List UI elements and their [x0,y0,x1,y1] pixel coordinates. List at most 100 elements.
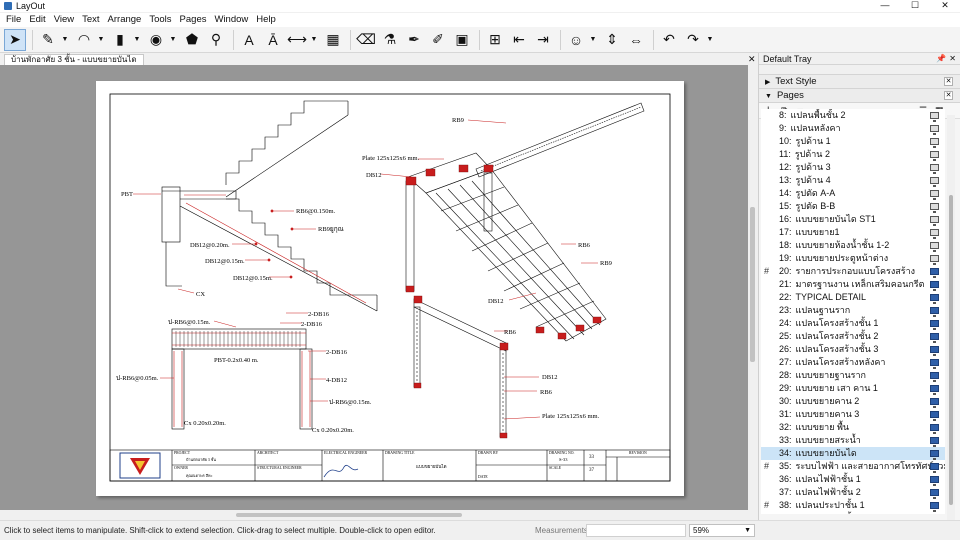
close-panel-icon[interactable]: ✕ [944,77,953,86]
presentation-monitor-icon[interactable] [930,463,939,473]
presentation-monitor-icon[interactable] [930,411,939,421]
page-list-item[interactable]: 23: แปลนฐานราก [761,304,945,317]
menu-tools[interactable]: Tools [145,13,175,27]
flip-horizontal-tool-button[interactable]: ⇔ [625,29,647,51]
chevron-down-icon[interactable]: ▼ [589,36,597,43]
close-tray-icon[interactable]: ✕ [949,53,956,65]
page-list-item[interactable]: 30: แบบขยายคาน 2 [761,395,945,408]
pencil-line-tool-button[interactable]: ✎ [37,29,59,51]
menu-text[interactable]: Text [78,13,103,27]
menu-edit[interactable]: Edit [25,13,49,27]
page-list-item[interactable]: 29: แบบขยาย เสา คาน 1 [761,382,945,395]
presentation-monitor-icon[interactable] [930,112,939,122]
zoom-select[interactable]: 59% ▼ [689,524,755,537]
page-list-item[interactable]: 37: แปลนไฟฟ้าชั้น 2 [761,486,945,499]
page-list-item[interactable]: #38: แปลนประปาชั้น 1 [761,499,945,512]
flip-vertical-tool-button[interactable]: ⇕ [601,29,623,51]
page-list-item[interactable]: 25: แปลนโครงสร้างชั้น 2 [761,330,945,343]
document-tab[interactable]: บ้านพักอาศัย 3 ชั้น - แบบขยายบันได [4,54,144,65]
page-list-item[interactable]: 21: มาตรฐานงาน เหล็กเสริมคอนกรีต [761,278,945,291]
page-list-item[interactable]: 27: แปลนโครงสร้างหลังคา [761,356,945,369]
presentation-monitor-icon[interactable] [930,125,939,135]
close-window-button[interactable]: ✕ [930,0,960,12]
presentation-monitor-icon[interactable] [930,229,939,239]
page-list-item[interactable]: 17: แบบขยาย1 [761,226,945,239]
canvas-vertical-scroll-thumb[interactable] [750,207,755,362]
rectangle-tool-button[interactable]: ▮ [109,29,131,51]
label-tool-button[interactable]: Ā [262,29,284,51]
presentation-monitor-icon[interactable] [930,138,939,148]
page-list-item[interactable]: 11: รูปด้าน 2 [761,148,945,161]
page-list-item[interactable]: 39: แปลนประปาชั้น 2 [761,512,945,514]
presentation-monitor-icon[interactable] [930,372,939,382]
presentation-monitor-icon[interactable] [930,398,939,408]
presentation-monitor-icon[interactable] [930,450,939,460]
presentation-monitor-icon[interactable] [930,489,939,499]
presentation-monitor-icon[interactable] [930,424,939,434]
circle-tool-button[interactable]: ◉ [145,29,167,51]
canvas-horizontal-scroll-thumb[interactable] [236,513,462,517]
panel-text-style[interactable]: ▶ Text Style ✕ [759,75,960,89]
presentation-monitor-icon[interactable] [930,294,939,304]
measurements-field[interactable] [586,524,686,537]
pages-scrollbar[interactable] [947,115,955,520]
presentation-monitor-icon[interactable] [930,476,939,486]
presentation-monitor-icon[interactable] [930,203,939,213]
presentation-monitor-icon[interactable] [930,385,939,395]
page-list-item[interactable]: 13: รูปด้าน 4 [761,174,945,187]
menu-pages[interactable]: Pages [176,13,211,27]
page-list-item[interactable]: 12: รูปด้าน 3 [761,161,945,174]
presentation-monitor-icon[interactable] [930,268,939,278]
arc-tool-button[interactable]: ◠ [73,29,95,51]
page-list-item[interactable]: #20: รายการประกอบแบบโครงสร้าง [761,265,945,278]
eraser-tool-button[interactable]: ⌫ [355,29,377,51]
canvas-vertical-scrollbar[interactable] [748,65,758,510]
add-page-tool-button[interactable]: ⊞ [484,29,506,51]
menu-arrange[interactable]: Arrange [104,13,146,27]
page-list-item[interactable]: 18: แบบขยายห้องน้ำชั้น 1-2 [761,239,945,252]
select-arrow-tool-button[interactable]: ➤ [4,28,26,51]
page-list-item[interactable]: 36: แปลนไฟฟ้าชั้น 1 [761,473,945,486]
page-list-item[interactable]: 15: รูปตัด B-B [761,200,945,213]
menu-file[interactable]: File [2,13,25,27]
close-panel-icon[interactable]: ✕ [944,91,953,100]
menu-window[interactable]: Window [210,13,252,27]
page-list-item[interactable]: 26: แปลนโครงสร้างชั้น 3 [761,343,945,356]
dimension-tool-button[interactable]: ⟷ [286,29,308,51]
presentation-monitor-icon[interactable] [930,333,939,343]
presentation-monitor-icon[interactable] [930,437,939,447]
next-page-tool-button[interactable]: ⇥ [532,29,554,51]
split-tool-button[interactable]: ✐ [427,29,449,51]
chevron-down-icon[interactable]: ▼ [97,36,105,43]
page-list-item[interactable]: 33: แบบขยายสระน้ำ [761,434,945,447]
paper-sheet[interactable]: PBT CX RB6@0.150m. RB9ยูกุณ DB12@0.20m. … [96,81,684,496]
presentation-monitor-icon[interactable] [930,502,939,512]
page-list-item[interactable]: 31: แบบขยายคาน 3 [761,408,945,421]
maximize-button[interactable]: ☐ [900,0,930,12]
presentation-tool-button[interactable]: ▣ [451,29,473,51]
menu-help[interactable]: Help [252,13,280,27]
presentation-monitor-icon[interactable] [930,177,939,187]
page-list-item[interactable]: 22: TYPICAL DETAIL [761,291,945,304]
page-list-item[interactable]: 16: แบบขยายบันได ST1 [761,213,945,226]
minimize-button[interactable]: — [870,0,900,12]
chevron-down-icon[interactable]: ▼ [61,36,69,43]
presentation-monitor-icon[interactable] [930,307,939,317]
previous-page-tool-button[interactable]: ⇤ [508,29,530,51]
text-tool-button[interactable]: A [238,29,260,51]
page-list-item[interactable]: 28: แบบขยายฐานราก [761,369,945,382]
page-list-item[interactable]: 9: แปลนหลังคา [761,122,945,135]
close-document-icon[interactable]: ✕ [748,53,756,65]
eyedropper-tool-button[interactable]: ⚗ [379,29,401,51]
page-list-item[interactable]: 32: แบบขยาย พื้น [761,421,945,434]
menu-view[interactable]: View [50,13,78,27]
redo-tool-button[interactable]: ↷ [682,29,704,51]
page-list-item[interactable]: 34: แบบขยายบันได [761,447,945,460]
canvas-horizontal-scrollbar[interactable] [0,510,758,520]
presentation-monitor-icon[interactable] [930,242,939,252]
presentation-monitor-icon[interactable] [930,151,939,161]
style-brush-tool-button[interactable]: ⚲ [205,29,227,51]
chevron-down-icon[interactable]: ▼ [706,36,714,43]
presentation-monitor-icon[interactable] [930,164,939,174]
person-tool-button[interactable]: ☺ [565,29,587,51]
